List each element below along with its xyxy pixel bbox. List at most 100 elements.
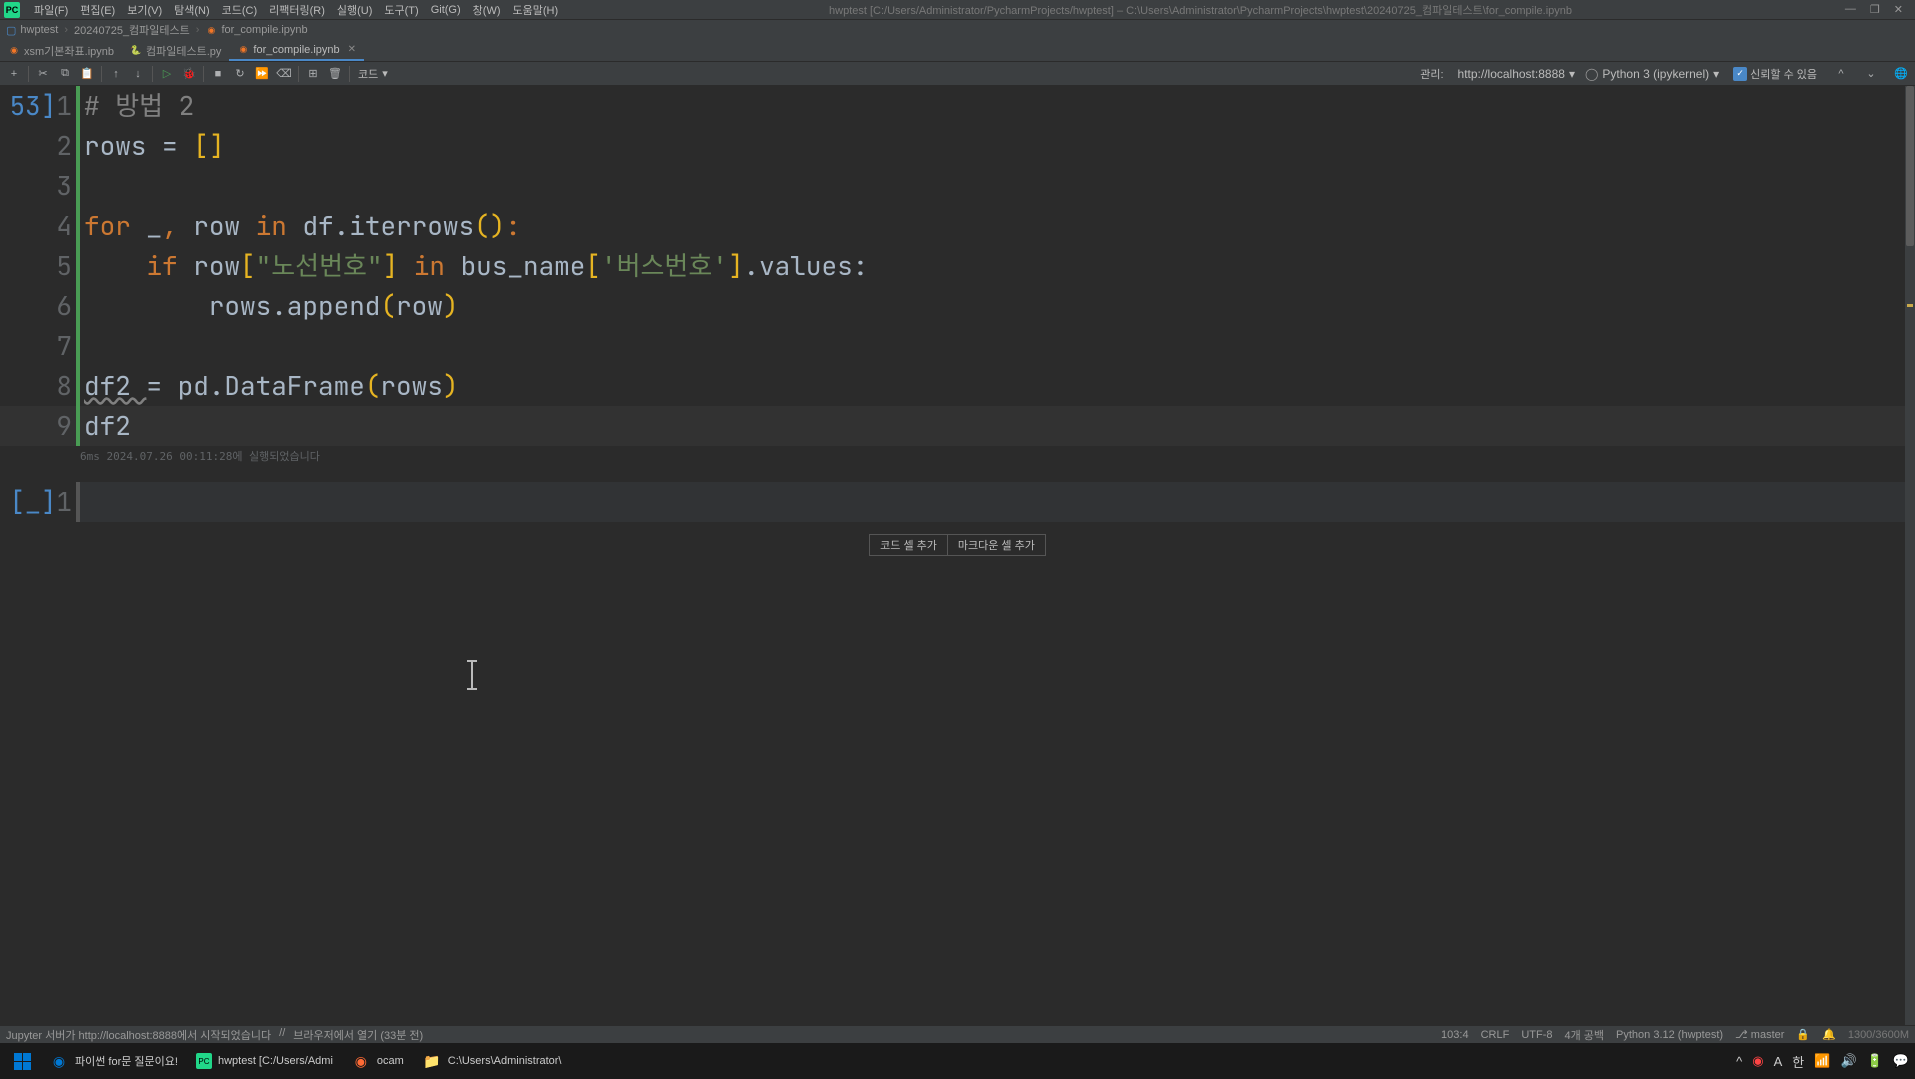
project-icon: ▢ bbox=[6, 24, 16, 37]
variables-button[interactable]: ⊞ bbox=[303, 64, 323, 84]
indent-setting[interactable]: 4개 공백 bbox=[1564, 1027, 1604, 1043]
line-number: 9 bbox=[56, 408, 72, 443]
notebook-toolbar: + ✂ ⧉ 📋 ↑ ↓ ▷ 🐞 ■ ↻ ⏩ ⌫ ⊞ 🗑 코드 ▾ 관리: htt… bbox=[0, 62, 1915, 86]
taskbar-ocam[interactable]: ◉ ocam bbox=[343, 1047, 412, 1075]
globe-icon[interactable]: 🌐 bbox=[1891, 64, 1911, 84]
tab-compile-py[interactable]: 🐍 컴파일테스트.py bbox=[122, 40, 229, 61]
code-line[interactable]: 2rows = [] bbox=[0, 126, 1915, 166]
volume-icon[interactable]: 🔊 bbox=[1840, 1053, 1856, 1069]
menu-help[interactable]: 도움말(H) bbox=[507, 2, 565, 18]
menu-file[interactable]: 파일(F) bbox=[28, 2, 74, 18]
server-dropdown[interactable]: http://localhost:8888 ▾ bbox=[1458, 67, 1575, 81]
code-line[interactable]: 53]1# 방법 2 bbox=[0, 86, 1915, 126]
add-cell-buttons: 코드 셀 추가 마크다운 셀 추가 bbox=[0, 534, 1915, 556]
tray-chevron-up-icon[interactable]: ^ bbox=[1736, 1054, 1742, 1069]
notification-icon[interactable]: 💬 bbox=[1893, 1053, 1909, 1069]
copy-button[interactable]: ⧉ bbox=[55, 64, 75, 84]
menu-navigate[interactable]: 탐색(N) bbox=[168, 2, 216, 18]
recording-icon[interactable]: ◉ bbox=[1752, 1053, 1763, 1069]
bell-icon[interactable]: 🔔 bbox=[1822, 1028, 1836, 1041]
edge-icon: ◉ bbox=[49, 1051, 69, 1071]
line-number: 1 bbox=[56, 88, 72, 123]
start-button[interactable] bbox=[6, 1049, 39, 1074]
menu-tools[interactable]: 도구(T) bbox=[378, 2, 424, 18]
chevron-up-icon[interactable]: ^ bbox=[1831, 64, 1851, 84]
lock-icon[interactable]: 🔒 bbox=[1796, 1028, 1810, 1041]
line-number: 1 bbox=[56, 484, 72, 519]
code-line[interactable]: 7 bbox=[0, 326, 1915, 366]
chevron-down-icon: ▾ bbox=[1569, 67, 1575, 81]
wifi-icon[interactable]: 📶 bbox=[1814, 1053, 1830, 1069]
tab-label: 컴파일테스트.py bbox=[146, 43, 221, 59]
chevron-down-icon[interactable]: ⌄ bbox=[1861, 64, 1881, 84]
code-line[interactable]: 3 bbox=[0, 166, 1915, 206]
file-encoding[interactable]: UTF-8 bbox=[1521, 1029, 1552, 1041]
python-file-icon: 🐍 bbox=[130, 45, 142, 57]
execution-info: 6ms 2024.07.26 00:11:28에 실행되었습니다 bbox=[0, 446, 1915, 462]
battery-icon[interactable]: 🔋 bbox=[1867, 1053, 1883, 1069]
menu-edit[interactable]: 편집(E) bbox=[74, 2, 121, 18]
line-ending[interactable]: CRLF bbox=[1481, 1029, 1510, 1041]
trust-checkbox[interactable]: ✓ 신뢰할 수 있음 bbox=[1729, 66, 1821, 82]
taskbar-pycharm[interactable]: PC hwptest [C:/Users/Admi bbox=[188, 1049, 341, 1073]
breadcrumb-file[interactable]: for_compile.ipynb bbox=[221, 24, 307, 36]
menu-window[interactable]: 창(W) bbox=[467, 2, 507, 18]
delete-button[interactable]: 🗑 bbox=[325, 64, 345, 84]
code-line[interactable]: 5 if row["노선번호"] in bus_name['버스번호'].val… bbox=[0, 246, 1915, 286]
tab-for-compile[interactable]: ◉ for_compile.ipynb ✕ bbox=[229, 40, 364, 61]
stop-button[interactable]: ■ bbox=[208, 64, 228, 84]
scrollbar-mark bbox=[1907, 304, 1913, 307]
move-up-button[interactable]: ↑ bbox=[106, 64, 126, 84]
add-cell-button[interactable]: + bbox=[4, 64, 24, 84]
kernel-status-icon: ◯ bbox=[1585, 67, 1598, 81]
kernel-dropdown[interactable]: ◯ Python 3 (ipykernel) ▾ bbox=[1585, 67, 1719, 81]
code-line[interactable]: 8df2 = pd.DataFrame(rows) bbox=[0, 366, 1915, 406]
code-line[interactable]: 6 rows.append(row) bbox=[0, 286, 1915, 326]
add-code-cell-button[interactable]: 코드 셀 추가 bbox=[869, 534, 947, 556]
restart-button[interactable]: ↻ bbox=[230, 64, 250, 84]
input-mode-icon[interactable]: A bbox=[1774, 1054, 1783, 1069]
maximize-icon[interactable]: ❐ bbox=[1870, 3, 1880, 16]
scrollbar-thumb[interactable] bbox=[1906, 86, 1914, 246]
menu-git[interactable]: Git(G) bbox=[425, 4, 467, 16]
chevron-down-icon: ▾ bbox=[1713, 67, 1719, 81]
taskbar-edge[interactable]: ◉ 파이썬 for문 질문이요! bbox=[41, 1047, 186, 1075]
python-interpreter[interactable]: Python 3.12 (hwptest) bbox=[1616, 1029, 1723, 1041]
run-cell-button[interactable]: ▷ bbox=[157, 64, 177, 84]
breadcrumb-project[interactable]: hwptest bbox=[20, 24, 58, 36]
browser-open-link[interactable]: 브라우저에서 열기 (33분 전) bbox=[293, 1027, 423, 1043]
ime-icon[interactable]: 한 bbox=[1792, 1052, 1804, 1071]
git-branch[interactable]: ⎇ master bbox=[1735, 1028, 1784, 1041]
close-icon[interactable]: ✕ bbox=[1894, 3, 1903, 16]
breadcrumb-folder[interactable]: 20240725_컴파일테스트 bbox=[74, 22, 190, 38]
memory-indicator[interactable]: 1300/3600M bbox=[1848, 1029, 1909, 1041]
tab-xsm[interactable]: ◉ xsm기본좌표.ipynb bbox=[0, 40, 122, 61]
add-markdown-cell-button[interactable]: 마크다운 셀 추가 bbox=[947, 534, 1046, 556]
code-line[interactable]: 9df2 bbox=[0, 406, 1915, 446]
code-line[interactable]: 4for _, row in df.iterrows(): bbox=[0, 206, 1915, 246]
cut-button[interactable]: ✂ bbox=[33, 64, 53, 84]
menu-view[interactable]: 보기(V) bbox=[121, 2, 168, 18]
code-cell[interactable]: 53]1# 방법 22rows = []34for _, row in df.i… bbox=[0, 86, 1915, 462]
menu-run[interactable]: 실행(U) bbox=[331, 2, 379, 18]
taskbar-explorer[interactable]: 📁 C:\Users\Administrator\ bbox=[414, 1047, 570, 1075]
cell-type-label: 코드 bbox=[358, 66, 378, 82]
debug-cell-button[interactable]: 🐞 bbox=[179, 64, 199, 84]
run-all-button[interactable]: ⏩ bbox=[252, 64, 272, 84]
trust-label: 신뢰할 수 있음 bbox=[1750, 66, 1817, 82]
menu-code[interactable]: 코드(C) bbox=[216, 2, 264, 18]
minimize-icon[interactable]: — bbox=[1845, 3, 1856, 16]
line-number: 3 bbox=[56, 168, 72, 203]
cell-type-dropdown[interactable]: 코드 ▾ bbox=[354, 66, 392, 82]
empty-code-cell[interactable]: [_]1 bbox=[0, 482, 1915, 522]
close-tab-icon[interactable]: ✕ bbox=[348, 44, 356, 55]
move-down-button[interactable]: ↓ bbox=[128, 64, 148, 84]
text-cursor-icon bbox=[471, 662, 473, 688]
cursor-position[interactable]: 103:4 bbox=[1441, 1029, 1469, 1041]
menu-refactor[interactable]: 리팩터링(R) bbox=[263, 2, 331, 18]
server-status[interactable]: Jupyter 서버가 http://localhost:8888에서 시작되었… bbox=[6, 1027, 271, 1043]
clear-output-button[interactable]: ⌫ bbox=[274, 64, 294, 84]
jupyter-file-icon: ◉ bbox=[8, 45, 20, 57]
paste-button[interactable]: 📋 bbox=[77, 64, 97, 84]
vertical-scrollbar[interactable] bbox=[1905, 86, 1915, 1025]
